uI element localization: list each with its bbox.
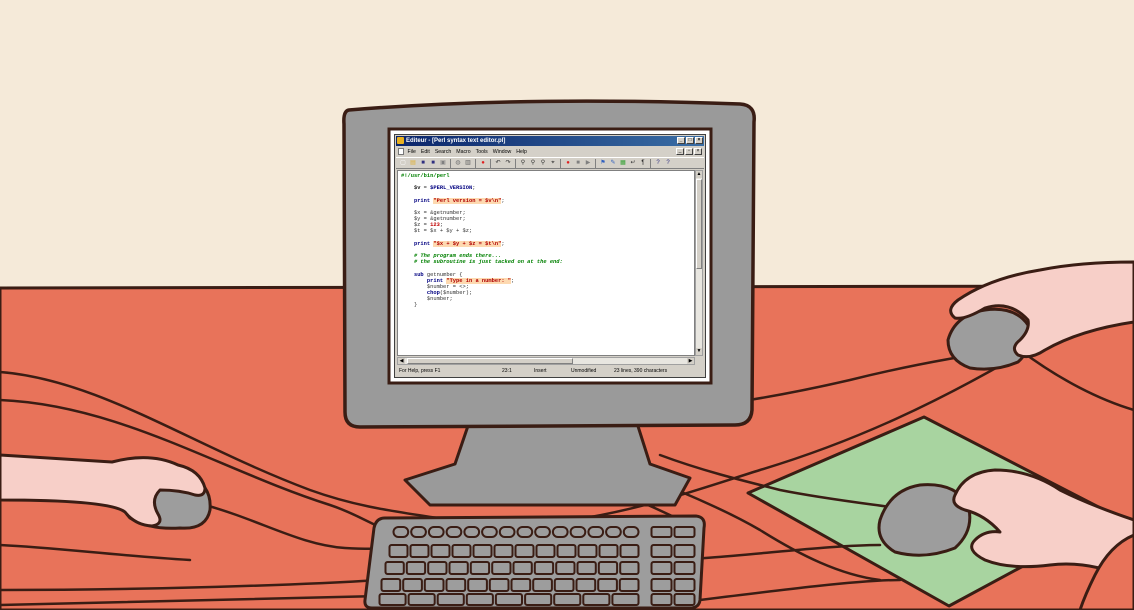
toolbar: ▢ ▤ ■ ■ ▣ ◍ ▥ ● ↶ ↷ ⚲ ⚲ ⚲ ⌖ ● ■ ▶ ⚑ ✎ ▦ ↵ ¶?? [396, 157, 704, 169]
print-icon[interactable]: ▥ [464, 159, 472, 167]
toolbar-separator [595, 158, 596, 168]
stop-icon[interactable]: ● [479, 159, 487, 167]
code-line: } [401, 302, 418, 309]
doc-close-button[interactable]: × [694, 148, 702, 155]
stop-macro-icon[interactable]: ■ [574, 159, 582, 167]
horizontal-scrollbar[interactable]: ◀ ▶ [397, 357, 695, 365]
window-controls: _ □ × [677, 137, 703, 144]
toolbar-separator [650, 158, 651, 168]
toolbar-separator [450, 158, 451, 168]
redo-icon[interactable]: ↷ [504, 159, 512, 167]
vertical-scrollbar[interactable]: ▲ ▼ [695, 170, 703, 356]
menu-bar: File Edit Search Macro Tools Window Help… [396, 147, 704, 156]
menu-help[interactable]: Help [514, 149, 530, 155]
status-help: For Help, press F1 [399, 368, 441, 374]
close-file-icon[interactable]: ▣ [439, 159, 447, 167]
play-macro-icon[interactable]: ▶ [584, 159, 592, 167]
save-all-icon[interactable]: ■ [429, 159, 437, 167]
code-editor[interactable]: #!/usr/bin/perl $v = $PERL_VERSION; prin… [397, 170, 695, 356]
record-macro-icon[interactable]: ● [564, 159, 572, 167]
document-window-controls: _ ▫ × [676, 148, 702, 155]
goto-icon[interactable]: ⌖ [549, 159, 557, 167]
menu-search[interactable]: Search [432, 149, 453, 155]
maximize-button[interactable]: □ [686, 137, 694, 144]
menu-window[interactable]: Window [490, 149, 513, 155]
scroll-up-arrow-icon[interactable]: ▲ [696, 171, 702, 178]
context-help-icon[interactable]: ? [654, 159, 662, 167]
undo-icon[interactable]: ↶ [494, 159, 502, 167]
new-file-icon[interactable]: ▢ [399, 159, 407, 167]
app-icon [397, 137, 404, 144]
minimize-button[interactable]: _ [677, 137, 685, 144]
status-position: 23:1 [502, 368, 512, 374]
print-preview-icon[interactable]: ◍ [454, 159, 462, 167]
menu-file[interactable]: File [405, 149, 418, 155]
replace-icon[interactable]: ⚲ [539, 159, 547, 167]
close-button[interactable]: × [695, 137, 703, 144]
word-wrap-icon[interactable]: ↵ [629, 159, 637, 167]
menu-edit[interactable]: Edit [418, 149, 432, 155]
status-stats: 23 lines, 390 characters [614, 368, 668, 374]
open-folder-icon[interactable]: ▤ [409, 159, 417, 167]
menu-macro[interactable]: Macro [454, 149, 473, 155]
toolbar-separator [490, 158, 491, 168]
doc-restore-button[interactable]: ▫ [685, 148, 693, 155]
code-text[interactable]: #!/usr/bin/perl $v = $PERL_VERSION; prin… [398, 171, 694, 308]
title-bar[interactable]: Editeur - [Perl syntax text editor.pl] _… [396, 136, 704, 146]
horizontal-scroll-thumb[interactable] [407, 358, 573, 364]
save-icon[interactable]: ■ [419, 159, 427, 167]
help-icon[interactable]: ? [664, 159, 672, 167]
toolbar-separator [560, 158, 561, 168]
tools-icon[interactable]: ✎ [609, 159, 617, 167]
status-mode: Insert [534, 368, 547, 374]
find-icon[interactable]: ⚲ [519, 159, 527, 167]
bookmark-icon[interactable]: ⚑ [599, 159, 607, 167]
compile-icon[interactable]: ▦ [619, 159, 627, 167]
doc-minimize-button[interactable]: _ [676, 148, 684, 155]
status-bar: For Help, press F1 23:1 Insert Unmodifie… [396, 367, 704, 376]
toolbar-separator [475, 158, 476, 168]
editor-window: Editeur - [Perl syntax text editor.pl] _… [394, 134, 706, 378]
toolbar-separator [515, 158, 516, 168]
vertical-scroll-thumb[interactable] [696, 179, 702, 269]
status-state: Unmodified [571, 368, 597, 374]
document-icon[interactable] [398, 148, 404, 155]
menu-tools[interactable]: Tools [473, 149, 490, 155]
scroll-left-arrow-icon[interactable]: ◀ [398, 358, 405, 364]
window-title: Editeur - [Perl syntax text editor.pl] [406, 138, 506, 144]
scroll-right-arrow-icon[interactable]: ▶ [687, 358, 694, 364]
find-next-icon[interactable]: ⚲ [529, 159, 537, 167]
scroll-down-arrow-icon[interactable]: ▼ [696, 348, 702, 355]
pilcrow-icon[interactable]: ¶ [639, 159, 647, 167]
